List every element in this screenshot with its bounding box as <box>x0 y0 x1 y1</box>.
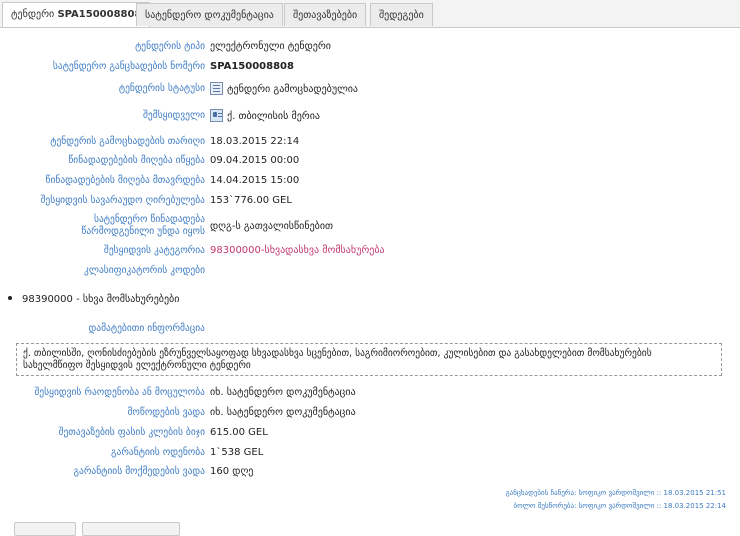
row-classifier-codes: კლასიფიკატორის კოდები <box>0 264 740 282</box>
row-tender-type: ტენდერის ტიპი ელექტრონული ტენდერი <box>0 40 740 58</box>
bids-end-label: წინადადებების მიღება მთავრდება <box>45 175 205 186</box>
tender-type-label: ტენდერის ტიპი <box>135 41 205 52</box>
bullet-icon <box>8 296 12 300</box>
row-additional-info: დამატებითი ინფორმაცია <box>0 322 740 340</box>
guarantee-term-label: გარანტიის მოქმედების ვადა <box>73 466 205 477</box>
row-category: შესყიდვის კატეგორია 98300000-სხვადასხვა … <box>0 244 740 262</box>
tender-status-container: ტენდერი გამოცხადებულია <box>210 82 358 97</box>
bids-start-label: წინადადებების მიღება იწყება <box>68 155 205 166</box>
classifier-item-text: 98390000 - სხვა მომსახურებები <box>22 294 180 305</box>
announcement-number-label: სატენდერო განცხადების ნომერი <box>52 61 205 72</box>
announcement-number-value: SPA150008808 <box>210 61 294 72</box>
bids-start-value: 09.04.2015 00:00 <box>210 155 300 166</box>
row-bid-includes-2: წარმოდგენილი უნდა იყოს <box>0 225 740 243</box>
buyer-label: შემსყიდველი <box>143 110 205 121</box>
tab-bar: ტენდერი SPA150008808 სატენდერო დოკუმენტა… <box>0 0 740 28</box>
buyer-container: ქ. თბილისის მერია <box>210 109 320 124</box>
footer-modified-info: ბოლო შესწორება: სოფიკო ვარდოშვილი :: 18.… <box>513 502 726 510</box>
quantity-label: შესყიდვის რაოდენობა ან მოცულობა <box>34 387 205 398</box>
classifier-list-item: 98390000 - სხვა მომსახურებები <box>8 294 179 305</box>
tender-status-value: ტენდერი გამოცხადებულია <box>227 84 358 95</box>
classifier-codes-label: კლასიფიკატორის კოდები <box>84 265 205 276</box>
document-status-icon <box>210 82 223 95</box>
category-label: შესყიდვის კატეგორია <box>103 245 205 256</box>
row-buyer: შემსყიდველი ქ. თბილისის მერია <box>0 109 740 127</box>
tender-status-label: ტენდერის სტატუსი <box>118 83 205 94</box>
category-value: 98300000-სხვადასხვა მომსახურება <box>210 245 385 256</box>
footer-created-info: განცხადების ჩანერა: სოფიკო ვარდოშვილი ::… <box>505 489 726 497</box>
bids-end-value: 14.04.2015 15:00 <box>210 175 300 186</box>
announce-date-label: ტენდერის გამოცხადების თარიღი <box>50 136 205 147</box>
tab-tender[interactable]: ტენდერი SPA150008808 <box>2 2 151 27</box>
row-announce-date: ტენდერის გამოცხადების თარიღი 18.03.2015 … <box>0 135 740 153</box>
additional-info-text-line2: სახელმწიფო შესყიდვის ელექტრონული ტენდერი <box>23 360 251 371</box>
tab-tender-label: ტენდერი <box>11 9 55 20</box>
estimated-value-value: 153`776.00 GEL <box>210 195 292 206</box>
estimated-value-label: შესყიდვის სავარაუდო ღირებულება <box>40 195 206 206</box>
tender-type-value: ელექტრონული ტენდერი <box>210 41 331 52</box>
price-step-label: შეთავაზების ფასის კლების ბიჯი <box>58 427 205 438</box>
delivery-term-label: მოწოდების ვადა <box>127 407 205 418</box>
tab-results[interactable]: შედეგები <box>370 3 433 26</box>
guarantee-amount-label: გარანტიის ოდენობა <box>111 447 205 458</box>
row-bids-end: წინადადებების მიღება მთავრდება 14.04.201… <box>0 174 740 192</box>
price-step-value: 615.00 GEL <box>210 427 268 438</box>
row-price-step: შეთავაზების ფასის კლების ბიჯი 615.00 GEL <box>0 426 740 444</box>
guarantee-term-value: 160 დღე <box>210 466 254 477</box>
guarantee-amount-value: 1`538 GEL <box>210 447 264 458</box>
bid-includes-label-line2: წარმოდგენილი უნდა იყოს <box>81 226 205 237</box>
additional-info-text-line1: ქ. თბილისში, ღონისძიებების ეზრუნველსაყოფ… <box>23 348 652 359</box>
additional-info-box: ქ. თბილისში, ღონისძიებების ეზრუნველსაყოფ… <box>16 343 722 376</box>
buyer-value: ქ. თბილისის მერია <box>227 111 320 122</box>
bottom-button-1[interactable] <box>14 522 76 536</box>
row-guarantee-term: გარანტიის მოქმედების ვადა 160 დღე <box>0 465 740 483</box>
row-tender-status: ტენდერის სტატუსი ტენდერი გამოცხადებულია <box>0 82 740 100</box>
row-quantity: შესყიდვის რაოდენობა ან მოცულობა იხ. სატე… <box>0 386 740 404</box>
row-guarantee-amount: გარანტიის ოდენობა 1`538 GEL <box>0 446 740 464</box>
organization-card-icon <box>210 109 223 122</box>
tab-offers-label: შეთავაზებები <box>293 10 358 21</box>
tab-offers[interactable]: შეთავაზებები <box>284 3 367 26</box>
row-estimated-value: შესყიდვის სავარაუდო ღირებულება 153`776.0… <box>0 194 740 212</box>
tab-tender-number: SPA150008808 <box>57 9 142 20</box>
row-bids-start: წინადადებების მიღება იწყება 09.04.2015 0… <box>0 154 740 172</box>
delivery-term-value: იხ. სატენდერო დოკუმენტაცია <box>210 407 356 418</box>
bottom-button-2[interactable] <box>82 522 180 536</box>
announce-date-value: 18.03.2015 22:14 <box>210 136 300 147</box>
additional-info-label: დამატებითი ინფორმაცია <box>88 323 205 334</box>
tab-documentation-label: სატენდერო დოკუმენტაცია <box>145 10 274 21</box>
row-announcement-number: სატენდერო განცხადების ნომერი SPA15000880… <box>0 60 740 78</box>
quantity-value: იხ. სატენდერო დოკუმენტაცია <box>210 387 356 398</box>
tab-tender-documentation[interactable]: სატენდერო დოკუმენტაცია <box>136 3 283 26</box>
row-delivery-term: მოწოდების ვადა იხ. სატენდერო დოკუმენტაცი… <box>0 406 740 424</box>
tab-results-label: შედეგები <box>379 10 424 21</box>
